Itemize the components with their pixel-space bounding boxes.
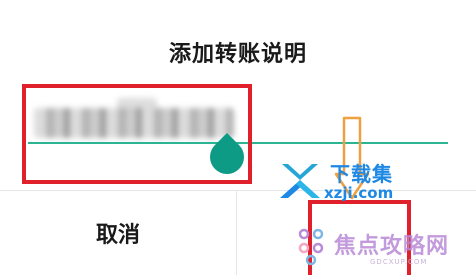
xzji-logo-icon xyxy=(280,164,320,198)
xzji-watermark-text: 下载集 xyxy=(330,162,393,186)
transfer-note-dialog: 添加转账说明 取消 下载集 xzji.com 焦点攻略网 GDCXUP.COM xyxy=(0,0,476,275)
xzji-watermark: 下载集 xzji.com xyxy=(278,154,428,206)
jiaodian-watermark-url: GDCXUP.COM xyxy=(370,258,428,266)
cancel-button[interactable]: 取消 xyxy=(0,191,236,275)
jiaodian-watermark: 焦点攻略网 GDCXUP.COM xyxy=(296,226,466,272)
jiaodian-logo-icon xyxy=(298,228,324,266)
jiaodian-watermark-text: 焦点攻略网 xyxy=(334,234,450,259)
obscured-input-text xyxy=(34,108,234,138)
xzji-watermark-url: xzji.com xyxy=(324,184,394,202)
text-cursor-handle-icon[interactable] xyxy=(202,132,252,182)
dialog-title: 添加转账说明 xyxy=(168,42,307,67)
